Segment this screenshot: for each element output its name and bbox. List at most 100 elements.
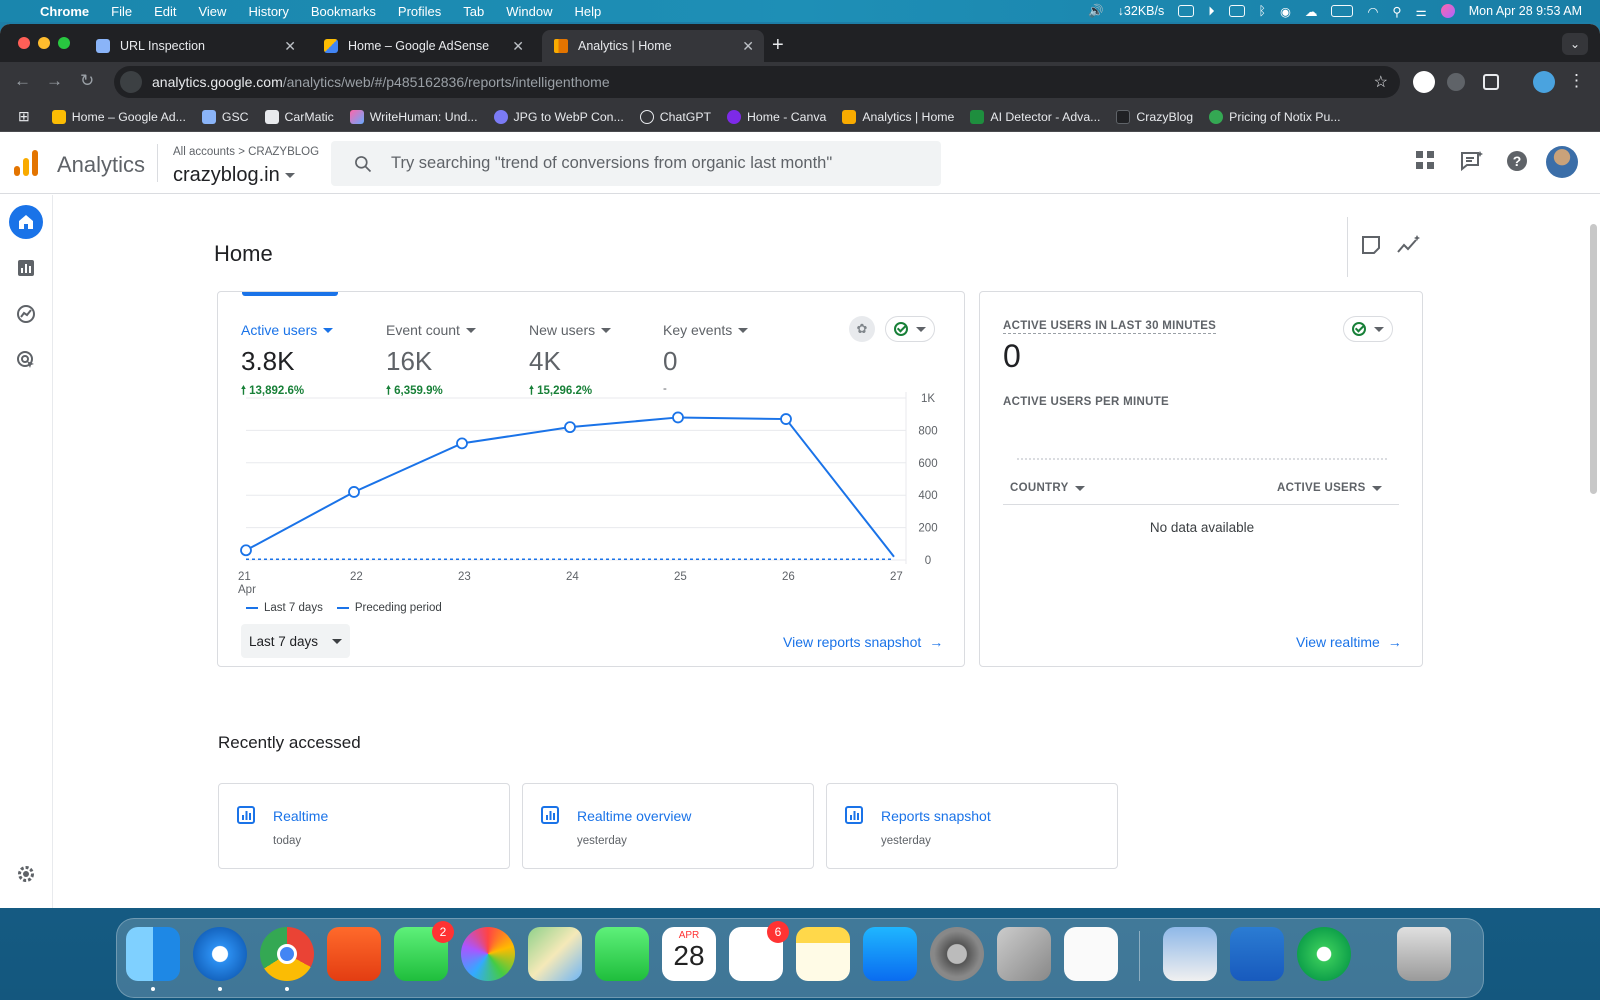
account-breadcrumb[interactable]: All accounts > CRAZYBLOG	[173, 146, 319, 158]
help-icon[interactable]: ?	[1506, 150, 1528, 172]
brave-icon[interactable]	[327, 927, 381, 981]
preview-icon[interactable]	[1163, 927, 1217, 981]
bookmark-jpg-webp[interactable]: JPG to WebP Con...	[493, 109, 624, 124]
textedit-icon[interactable]	[1064, 927, 1118, 981]
bookmark-gsc[interactable]: GSC	[201, 109, 249, 124]
recent-item-realtime[interactable]: Realtime today	[218, 783, 510, 869]
analytics-logo-icon[interactable]	[14, 150, 38, 176]
find-my-icon[interactable]	[1297, 927, 1351, 981]
back-icon[interactable]: ←	[14, 71, 31, 91]
view-realtime-link[interactable]: View realtime →	[1296, 634, 1402, 650]
insights-feedback-icon[interactable]	[1460, 150, 1484, 172]
messages-icon[interactable]: 2	[394, 921, 454, 981]
wordpress-extension-icon[interactable]	[1447, 73, 1465, 91]
iphone-mirroring-icon[interactable]	[997, 927, 1051, 981]
menu-file[interactable]: File	[111, 4, 132, 19]
bookmark-analytics[interactable]: Analytics | Home	[842, 109, 954, 124]
notes-app-icon[interactable]	[796, 927, 850, 981]
system-settings-icon[interactable]	[930, 927, 984, 981]
extension-icon[interactable]	[1413, 71, 1435, 93]
bookmark-notix[interactable]: Pricing of Notix Pu...	[1209, 109, 1341, 124]
apps-grid-icon[interactable]: ⊞	[18, 108, 30, 125]
nav-reports[interactable]	[9, 251, 43, 285]
zoom-window-button[interactable]	[58, 37, 70, 49]
bookmark-adsense[interactable]: Home – Google Ad...	[51, 109, 186, 124]
bookmark-chatgpt[interactable]: ChatGPT	[639, 109, 711, 124]
date-range-dropdown[interactable]: Last 7 days	[241, 624, 351, 658]
forward-icon[interactable]: →	[46, 71, 63, 91]
nav-admin[interactable]	[9, 857, 43, 891]
menu-edit[interactable]: Edit	[154, 4, 176, 19]
menu-history[interactable]: History	[248, 4, 288, 19]
menu-tab[interactable]: Tab	[463, 4, 484, 19]
close-tab-icon[interactable]: ✕	[742, 38, 754, 55]
reminders-icon[interactable]: 6	[729, 921, 789, 981]
photos-icon[interactable]	[461, 927, 515, 981]
apps-grid-icon[interactable]	[1415, 150, 1435, 170]
bookmark-ai-detector[interactable]: AI Detector - Adva...	[970, 109, 1100, 124]
nav-explore[interactable]	[9, 297, 43, 331]
property-selector[interactable]: crazyblog.in	[173, 164, 296, 187]
metric-key-events[interactable]: Key events 0 -	[663, 322, 749, 395]
menu-bookmarks[interactable]: Bookmarks	[311, 4, 376, 19]
spotlight-icon[interactable]: ⚲	[1392, 4, 1401, 19]
nav-advertising[interactable]	[9, 343, 43, 377]
app-store-icon[interactable]	[863, 927, 917, 981]
close-tab-icon[interactable]: ✕	[512, 38, 524, 55]
realtime-quality-dropdown[interactable]	[1343, 316, 1393, 342]
volume-icon[interactable]: 🔊	[1088, 4, 1104, 19]
bookmark-canva[interactable]: Home - Canva	[727, 109, 826, 124]
menu-view[interactable]: View	[198, 4, 226, 19]
realtime-heading[interactable]: ACTIVE USERS IN LAST 30 MINUTES	[1003, 320, 1217, 334]
safari-icon[interactable]	[193, 927, 247, 981]
profile-avatar-icon[interactable]	[1533, 71, 1555, 93]
trash-icon[interactable]	[1397, 927, 1451, 981]
search-bar[interactable]: Try searching "trend of conversions from…	[331, 141, 941, 186]
site-settings-icon[interactable]	[120, 71, 142, 93]
wifi-icon[interactable]: ◠	[1367, 4, 1378, 19]
close-window-button[interactable]	[18, 37, 30, 49]
menu-profiles[interactable]: Profiles	[398, 4, 441, 19]
data-quality-dropdown[interactable]	[885, 316, 935, 342]
menubar-datetime[interactable]: Mon Apr 28 9:53 AM	[1469, 4, 1582, 18]
tab-analytics-home[interactable]: Analytics | Home ✕	[542, 30, 764, 62]
finder-icon[interactable]	[126, 927, 180, 981]
reload-icon[interactable]: ↻	[80, 71, 94, 91]
nav-home[interactable]	[9, 205, 43, 239]
maps-icon[interactable]	[528, 927, 582, 981]
keyboard-icon[interactable]	[1228, 5, 1245, 17]
minimize-window-button[interactable]	[38, 37, 50, 49]
tab-adsense[interactable]: Home – Google AdSense ✕	[312, 30, 534, 62]
siri-icon[interactable]	[1440, 4, 1455, 18]
view-reports-snapshot-link[interactable]: View reports snapshot →	[783, 634, 943, 650]
play-icon[interactable]: ⏵	[1208, 4, 1214, 19]
chrome-icon[interactable]	[260, 927, 314, 981]
bluetooth-icon[interactable]: ᛒ	[1259, 4, 1267, 18]
new-tab-button[interactable]: +	[772, 34, 784, 57]
menu-app-name[interactable]: Chrome	[40, 4, 89, 19]
recent-item-realtime-overview[interactable]: Realtime overview yesterday	[522, 783, 814, 869]
address-bar[interactable]: analytics.google.com/analytics/web/#/p48…	[114, 66, 1400, 98]
insights-badge-icon[interactable]: ✿	[849, 316, 875, 342]
battery-icon[interactable]	[1331, 5, 1354, 17]
recent-item-reports-snapshot[interactable]: Reports snapshot yesterday	[826, 783, 1118, 869]
tab-url-inspection[interactable]: URL Inspection ✕	[84, 30, 306, 62]
page-scrollbar[interactable]	[1590, 224, 1597, 494]
user-circle-icon[interactable]: ◉	[1280, 4, 1291, 19]
menu-help[interactable]: Help	[575, 4, 602, 19]
account-avatar[interactable]	[1546, 146, 1578, 178]
insights-icon[interactable]	[1397, 235, 1421, 255]
country-column-header[interactable]: COUNTRY	[1010, 482, 1085, 494]
weather-icon[interactable]: ☁	[1305, 4, 1318, 19]
bookmark-crazyblog[interactable]: CrazyBlog	[1116, 109, 1193, 124]
bookmark-star-icon[interactable]: ☆	[1374, 72, 1388, 92]
product-name[interactable]: Analytics	[57, 152, 145, 178]
chrome-menu-icon[interactable]: ⋮	[1568, 71, 1585, 91]
control-center-icon[interactable]: ⚌	[1416, 4, 1427, 19]
bookmark-writehuman[interactable]: WriteHuman: Und...	[349, 109, 478, 124]
close-tab-icon[interactable]: ✕	[284, 38, 296, 55]
facetime-icon[interactable]	[595, 927, 649, 981]
calendar-icon[interactable]: APR 28	[662, 927, 716, 981]
display-icon[interactable]	[1178, 5, 1195, 17]
notes-icon[interactable]	[1361, 235, 1381, 255]
